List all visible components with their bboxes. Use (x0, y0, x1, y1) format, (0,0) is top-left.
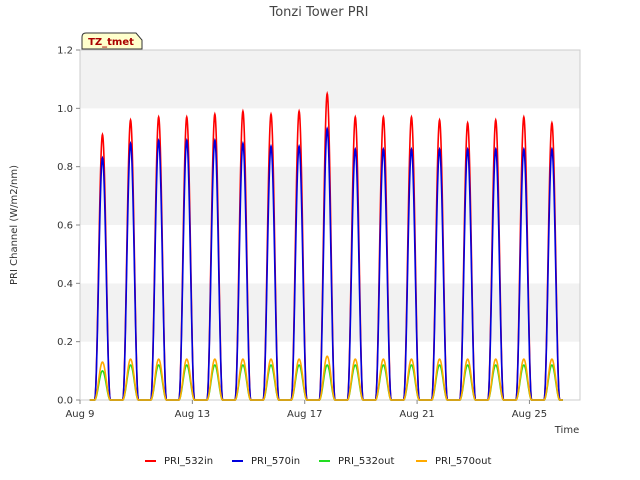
y-axis-title: PRI Channel (W/m2/nm) (9, 165, 20, 285)
x-tick-label: Aug 13 (175, 409, 210, 420)
chart-title: Tonzi Tower PRI (269, 5, 369, 20)
y-tick-label: 0.6 (57, 221, 73, 232)
tower-tag-label: TZ_tmet (88, 37, 134, 48)
y-tick-label: 0.8 (57, 162, 73, 173)
legend-label-pri-570out: PRI_570out (435, 456, 491, 467)
chart: 0.00.20.40.60.81.01.2 Aug 9 Aug 13 Aug 17 A… (9, 5, 581, 467)
legend-label-pri-532in: PRI_532in (164, 456, 213, 467)
x-axis-title: Time (554, 425, 579, 436)
grid-band (80, 50, 580, 109)
y-tick-label: 0.0 (57, 396, 73, 407)
y-tick-label: 0.4 (57, 279, 73, 290)
y-tick-label: 1.2 (57, 46, 73, 57)
x-tick-label: Aug 21 (399, 409, 434, 420)
legend-label-pri-570in: PRI_570in (251, 456, 300, 467)
x-tick-label: Aug 9 (65, 409, 94, 420)
x-axis: Aug 9 Aug 13 Aug 17 Aug 21 Aug 25 (65, 400, 547, 420)
tower-tag: TZ_tmet (81, 32, 143, 50)
y-tick-label: 1.0 (57, 104, 73, 115)
legend-label-pri-532out: PRI_532out (338, 456, 394, 467)
legend: PRI_532in PRI_570in PRI_532out PRI_570out (145, 456, 491, 467)
y-tick-label: 0.2 (57, 337, 73, 348)
x-tick-label: Aug 25 (512, 409, 547, 420)
y-axis: 0.0 0.2 0.4 0.6 0.8 1.0 1.2 (57, 46, 80, 407)
x-tick-label: Aug 17 (287, 409, 322, 420)
